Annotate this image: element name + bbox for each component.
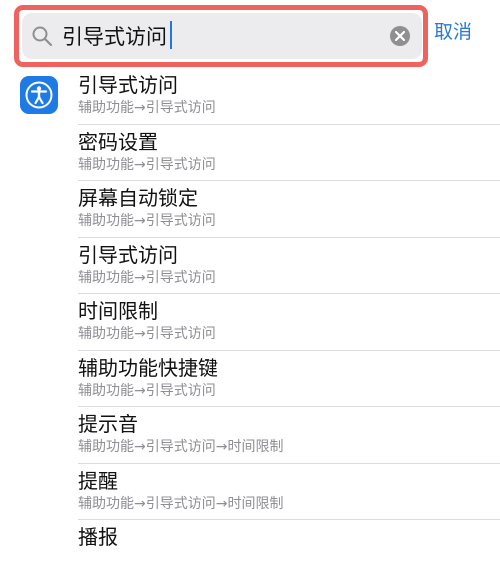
result-title: 时间限制	[78, 299, 158, 323]
result-path: 辅助功能→引导式访问	[78, 100, 216, 116]
result-path: 辅助功能→引导式访问	[78, 326, 216, 342]
result-path: 辅助功能→引导式访问	[78, 213, 216, 229]
result-title: 引导式访问	[78, 73, 178, 97]
result-path: 辅助功能→引导式访问	[78, 156, 216, 173]
result-path: 辅助功能→引导式访问	[78, 269, 216, 286]
accessibility-icon	[20, 76, 58, 114]
result-path: 辅助功能→引导式访问→时间限制	[78, 439, 284, 455]
text-cursor	[170, 21, 172, 49]
result-title: 密码设置	[78, 129, 158, 154]
result-row[interactable]: 时间限制 辅助功能→引导式访问	[78, 294, 500, 351]
result-title: 屏幕自动锁定	[78, 186, 198, 210]
search-icon	[30, 24, 54, 48]
result-row[interactable]: 播报	[78, 520, 500, 577]
cancel-button[interactable]: 取消	[434, 18, 472, 46]
result-path: 辅助功能→引导式访问	[78, 382, 216, 399]
clear-icon[interactable]	[388, 24, 412, 48]
search-results-list: 引导式访问 辅助功能→引导式访问 密码设置 辅助功能→引导式访问 屏幕自动锁定 …	[0, 68, 500, 577]
result-row[interactable]: 屏幕自动锁定 辅助功能→引导式访问	[78, 181, 500, 238]
result-row[interactable]: 提醒 辅助功能→引导式访问→时间限制	[78, 464, 500, 520]
search-box[interactable]	[22, 13, 422, 59]
result-title: 辅助功能快捷键	[78, 355, 218, 380]
result-row[interactable]: 引导式访问 辅助功能→引导式访问	[78, 238, 500, 294]
result-row[interactable]: 提示音 辅助功能→引导式访问→时间限制	[78, 407, 500, 464]
result-title: 提醒	[78, 468, 118, 493]
result-row[interactable]: 密码设置 辅助功能→引导式访问	[78, 125, 500, 181]
search-input[interactable]	[54, 16, 388, 56]
search-header: 取消	[0, 0, 500, 68]
result-title: 引导式访问	[78, 242, 178, 267]
result-row[interactable]: 辅助功能快捷键 辅助功能→引导式访问	[78, 351, 500, 407]
result-title: 提示音	[78, 412, 138, 436]
result-row[interactable]: 引导式访问 辅助功能→引导式访问	[78, 68, 500, 125]
result-title: 播报	[78, 525, 118, 549]
result-path: 辅助功能→引导式访问→时间限制	[78, 495, 284, 512]
